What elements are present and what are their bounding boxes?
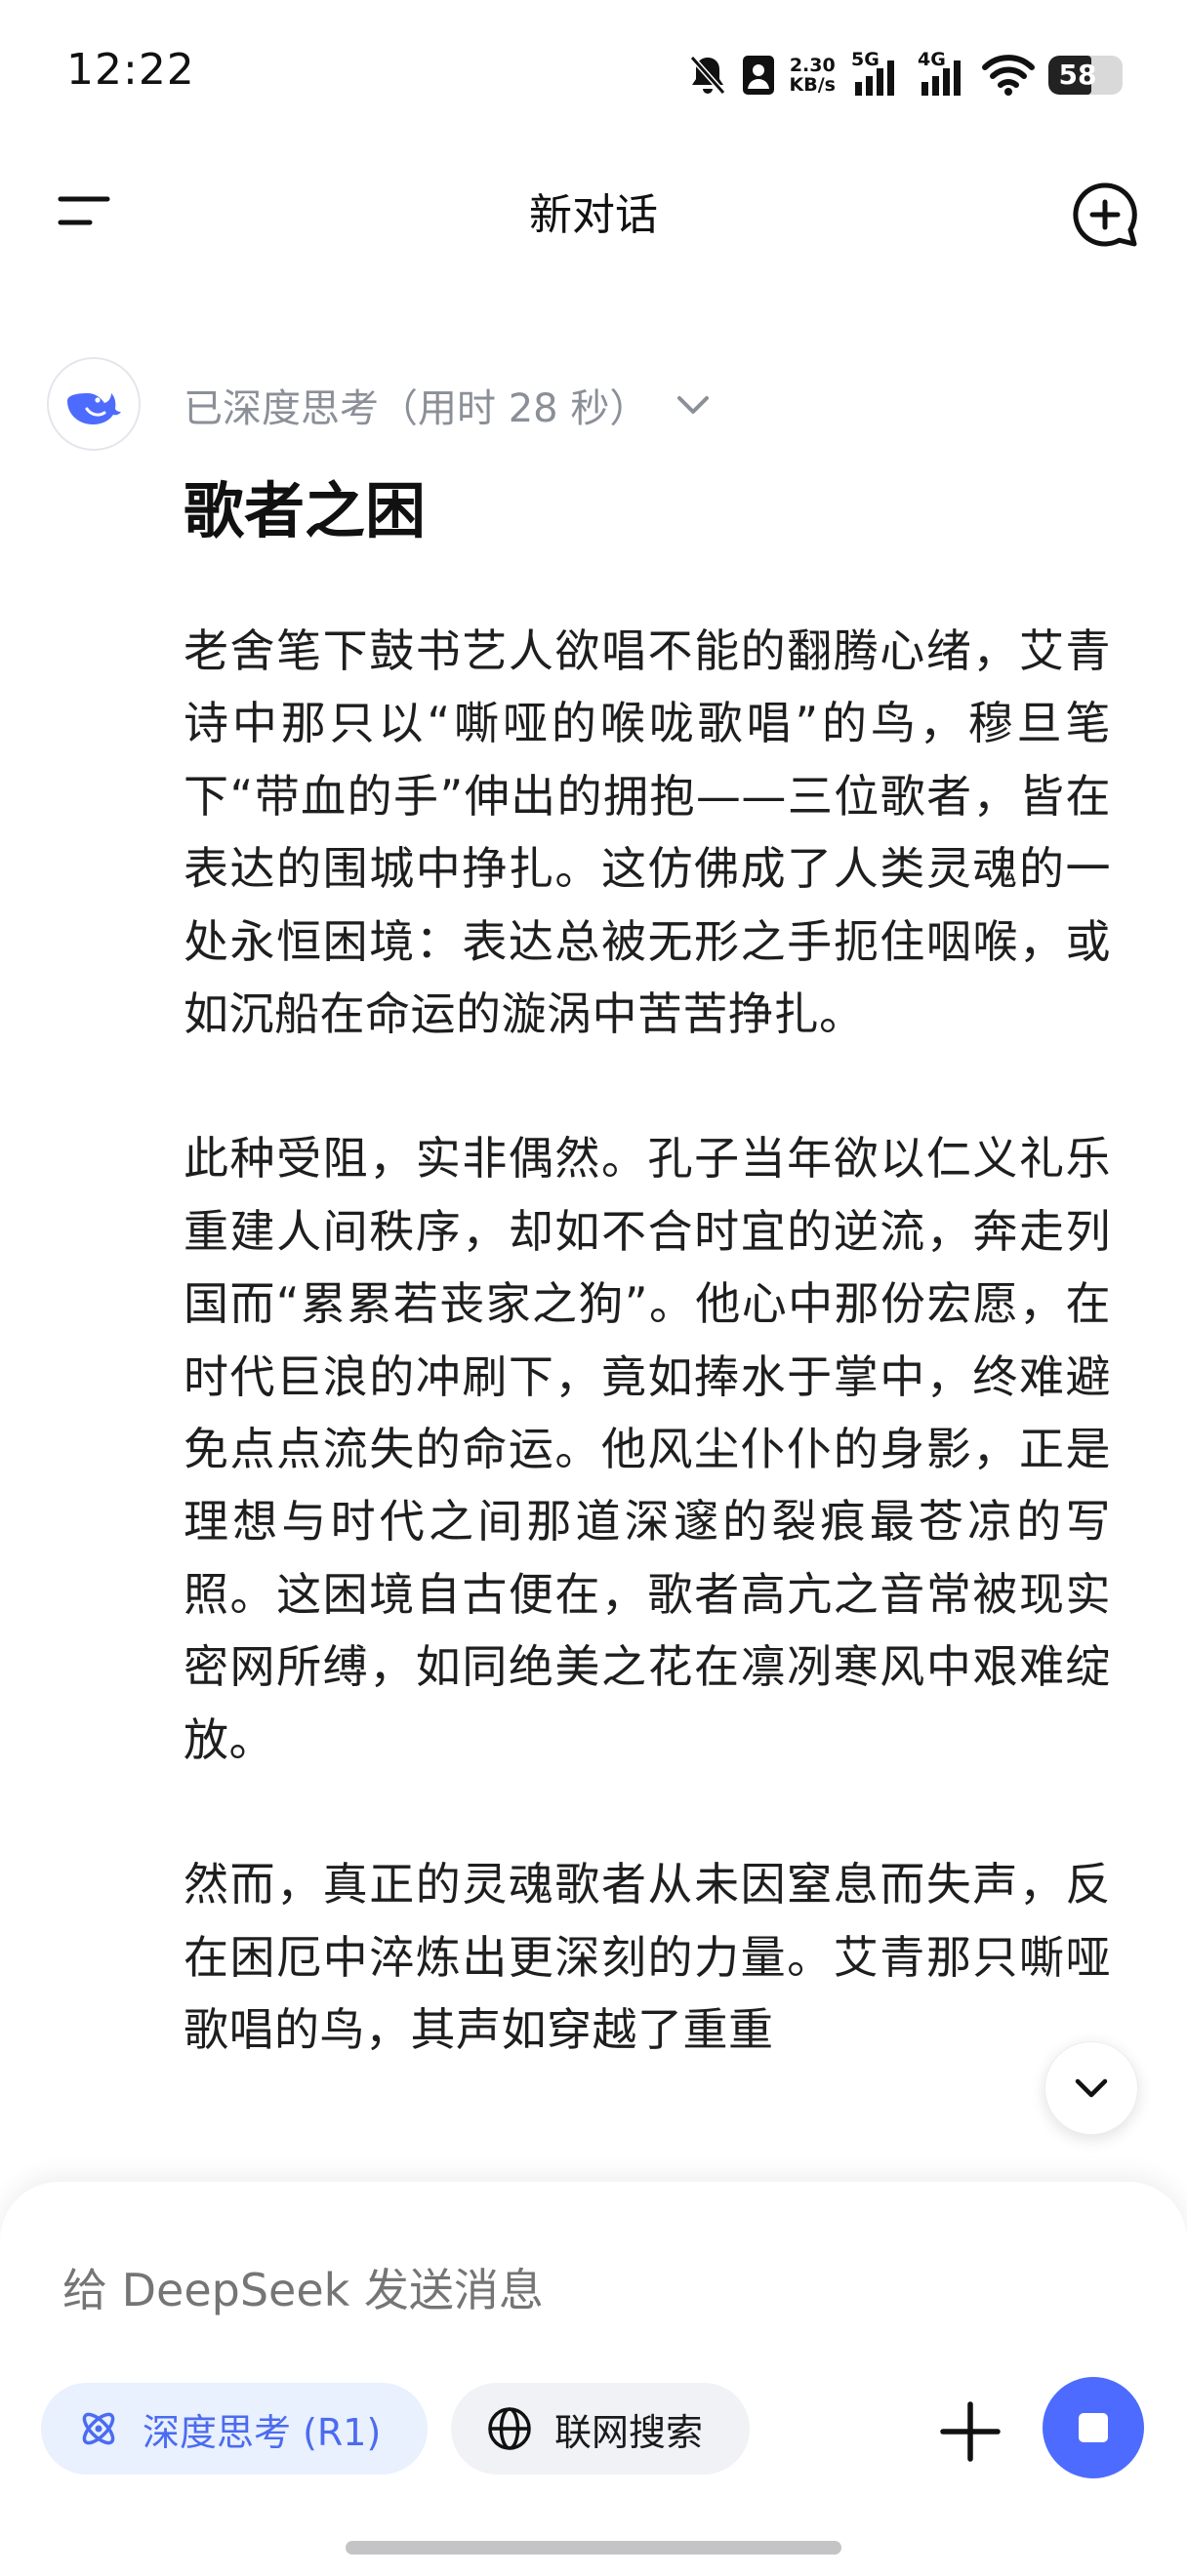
assistant-avatar: [47, 357, 141, 451]
answer-paragraph: 然而，真正的灵魂歌者从未因窒息而失声，反在困厄中淬炼出更深刻的力量。艾青那只嘶哑…: [184, 1858, 1111, 2056]
signal-5g-label: 5G: [851, 49, 880, 70]
status-icons: 2.30 KB/s 5G 4G 58: [688, 49, 1123, 100]
deep-think-toggle[interactable]: 深度思考 (R1): [41, 2383, 428, 2475]
answer-paragraph: 此种受阻，实非偶然。孔子当年欲以仁义礼乐重建人间秩序，却如不合时宜的逆流，奔走列…: [184, 1132, 1111, 1766]
deepseek-whale-icon: [67, 393, 121, 424]
scroll-to-bottom-button[interactable]: [1044, 2041, 1138, 2135]
home-indicator[interactable]: [346, 2541, 841, 2555]
web-search-toggle[interactable]: 联网搜索: [451, 2383, 750, 2475]
chat-screen: 12:22 2.30 KB/s 5G 4G 58 新对话 已深度思考（用时 28…: [0, 0, 1187, 2576]
new-chat-button[interactable]: [1066, 176, 1144, 254]
deep-think-label: 深度思考 (R1): [143, 2410, 382, 2454]
signal-5g: 5G: [849, 49, 902, 98]
battery-indicator: 58: [1048, 56, 1123, 95]
chevron-down-icon: [677, 396, 710, 414]
status-time: 12:22: [66, 45, 195, 95]
assistant-answer: 歌者之困 老舍笔下鼓书艺人欲唱不能的翻腾心绪，艾青诗中那只以“嘶哑的喉咙歌唱”的…: [184, 466, 1111, 2138]
top-bar: 新对话: [0, 156, 1187, 263]
stop-icon: [1079, 2413, 1108, 2442]
thinking-label: 已深度思考（用时 28 秒）: [184, 386, 649, 431]
globe-icon: [488, 2407, 531, 2450]
mute-bell-icon: [688, 54, 727, 97]
signal-4g: 4G: [916, 49, 968, 98]
plus-icon: [940, 2401, 1001, 2462]
page-title: 新对话: [529, 190, 658, 240]
attach-button[interactable]: [929, 2391, 1011, 2473]
battery-level: 58: [1058, 59, 1097, 91]
thinking-toggle[interactable]: 已深度思考（用时 28 秒）: [184, 377, 713, 433]
network-speed: 2.30 KB/s: [790, 56, 836, 95]
web-search-label: 联网搜索: [554, 2410, 704, 2454]
stop-generation-button[interactable]: [1043, 2377, 1144, 2478]
new-chat-icon: [1073, 182, 1137, 247]
answer-paragraph: 老舍笔下鼓书艺人欲唱不能的翻腾心绪，艾青诗中那只以“嘶哑的喉咙歌唱”的鸟，穆旦笔…: [184, 624, 1111, 1041]
atom-icon: [82, 2412, 115, 2445]
wifi-icon: [982, 54, 1035, 97]
answer-title: 歌者之困: [184, 475, 427, 546]
chevron-down-icon: [1075, 2078, 1108, 2098]
message-composer: 深度思考 (R1) 联网搜索: [0, 2182, 1187, 2576]
network-speed-unit: KB/s: [789, 74, 836, 96]
message-input[interactable]: [62, 2264, 941, 2316]
status-bar: 12:22 2.30 KB/s 5G 4G 58: [0, 0, 1187, 146]
signal-4g-label: 4G: [918, 49, 946, 70]
network-speed-value: 2.30: [789, 55, 836, 76]
contact-card-icon: [741, 54, 776, 97]
